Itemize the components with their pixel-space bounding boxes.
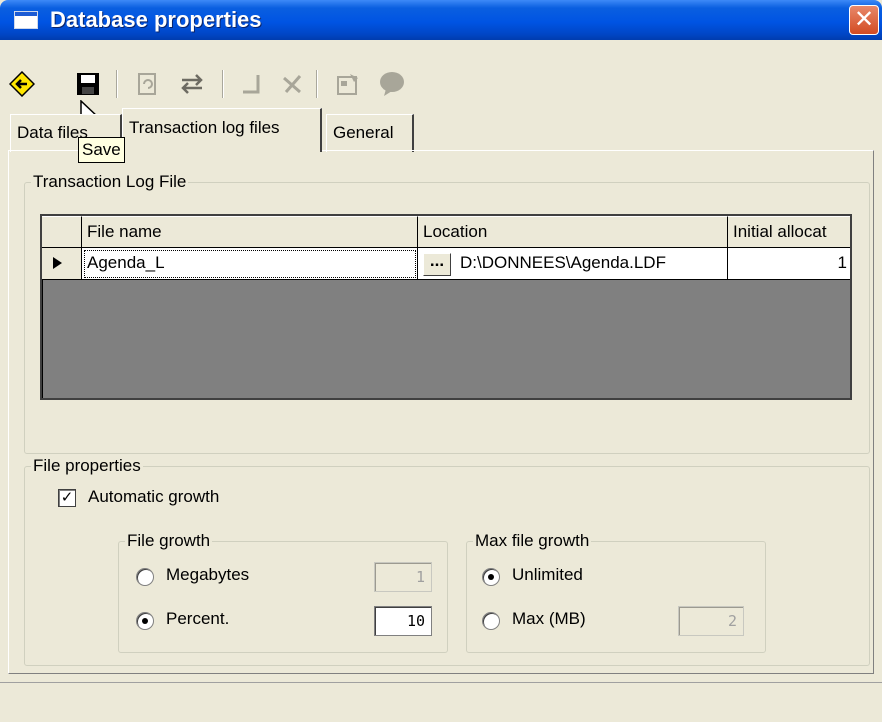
log-files-grid[interactable]: File name Location Initial allocat Agend… xyxy=(40,214,852,400)
toolbar-separator xyxy=(116,70,118,98)
window-title: Database properties xyxy=(50,7,262,32)
table-row[interactable]: Agenda_L ... D:\DONNEES\Agenda.LDF 1 xyxy=(42,248,850,280)
file-properties-group-title: File properties xyxy=(33,456,141,475)
column-header-location[interactable]: Location xyxy=(418,216,728,248)
back-icon[interactable] xyxy=(8,70,36,98)
megabytes-label: Megabytes xyxy=(166,565,250,584)
swap-icon[interactable] xyxy=(178,70,206,98)
refresh-icon[interactable] xyxy=(134,70,162,98)
row-indicator xyxy=(42,248,82,280)
megabytes-input[interactable]: 1 xyxy=(374,562,432,592)
column-header-initial-allocation[interactable]: Initial allocat xyxy=(728,216,850,248)
window-icon xyxy=(14,11,38,29)
file-name-cell[interactable]: Agenda_L xyxy=(82,248,418,280)
transaction-log-group-title: Transaction Log File xyxy=(33,172,187,191)
file-growth-group-title: File growth xyxy=(127,531,211,550)
status-bar xyxy=(0,682,882,722)
percent-label: Percent. xyxy=(166,609,230,628)
automatic-growth-checkbox[interactable]: ✓ xyxy=(58,489,76,507)
delete-icon[interactable] xyxy=(278,70,306,98)
percent-input[interactable]: 10 xyxy=(374,606,432,636)
toolbar-separator xyxy=(222,70,224,98)
initial-allocation-cell[interactable]: 1 xyxy=(728,248,850,280)
max-file-growth-group-title: Max file growth xyxy=(475,531,590,550)
tab-general[interactable]: General xyxy=(326,114,414,152)
close-button[interactable]: ✕ xyxy=(849,5,879,35)
help-icon[interactable] xyxy=(378,70,406,98)
column-header-file-name[interactable]: File name xyxy=(82,216,418,248)
location-value: D:\DONNEES\Agenda.LDF xyxy=(460,253,666,272)
max-mb-input[interactable]: 2 xyxy=(678,606,744,636)
max-mb-label: Max (MB) xyxy=(512,609,586,628)
percent-radio[interactable] xyxy=(136,612,154,630)
max-mb-radio[interactable] xyxy=(482,612,500,630)
properties-icon[interactable] xyxy=(334,70,362,98)
save-tooltip: Save xyxy=(78,137,125,163)
row-header-corner xyxy=(42,216,82,248)
automatic-growth-label: Automatic growth xyxy=(88,487,220,506)
tab-strip: Data files Transaction log files General xyxy=(0,108,882,152)
unlimited-radio[interactable] xyxy=(482,568,500,586)
browse-location-button[interactable]: ... xyxy=(423,252,451,276)
megabytes-radio[interactable] xyxy=(136,568,154,586)
save-icon[interactable] xyxy=(74,70,102,98)
insert-icon[interactable] xyxy=(238,70,266,98)
toolbar-separator xyxy=(316,70,318,98)
unlimited-label: Unlimited xyxy=(512,565,583,584)
current-row-arrow-icon xyxy=(53,257,62,269)
title-bar: Database properties ✕ xyxy=(0,0,882,40)
location-cell[interactable]: ... D:\DONNEES\Agenda.LDF xyxy=(418,248,728,280)
tab-transaction-log-files[interactable]: Transaction log files xyxy=(122,108,322,152)
toolbar xyxy=(0,40,882,133)
grid-header-row: File name Location Initial allocat xyxy=(42,216,850,248)
